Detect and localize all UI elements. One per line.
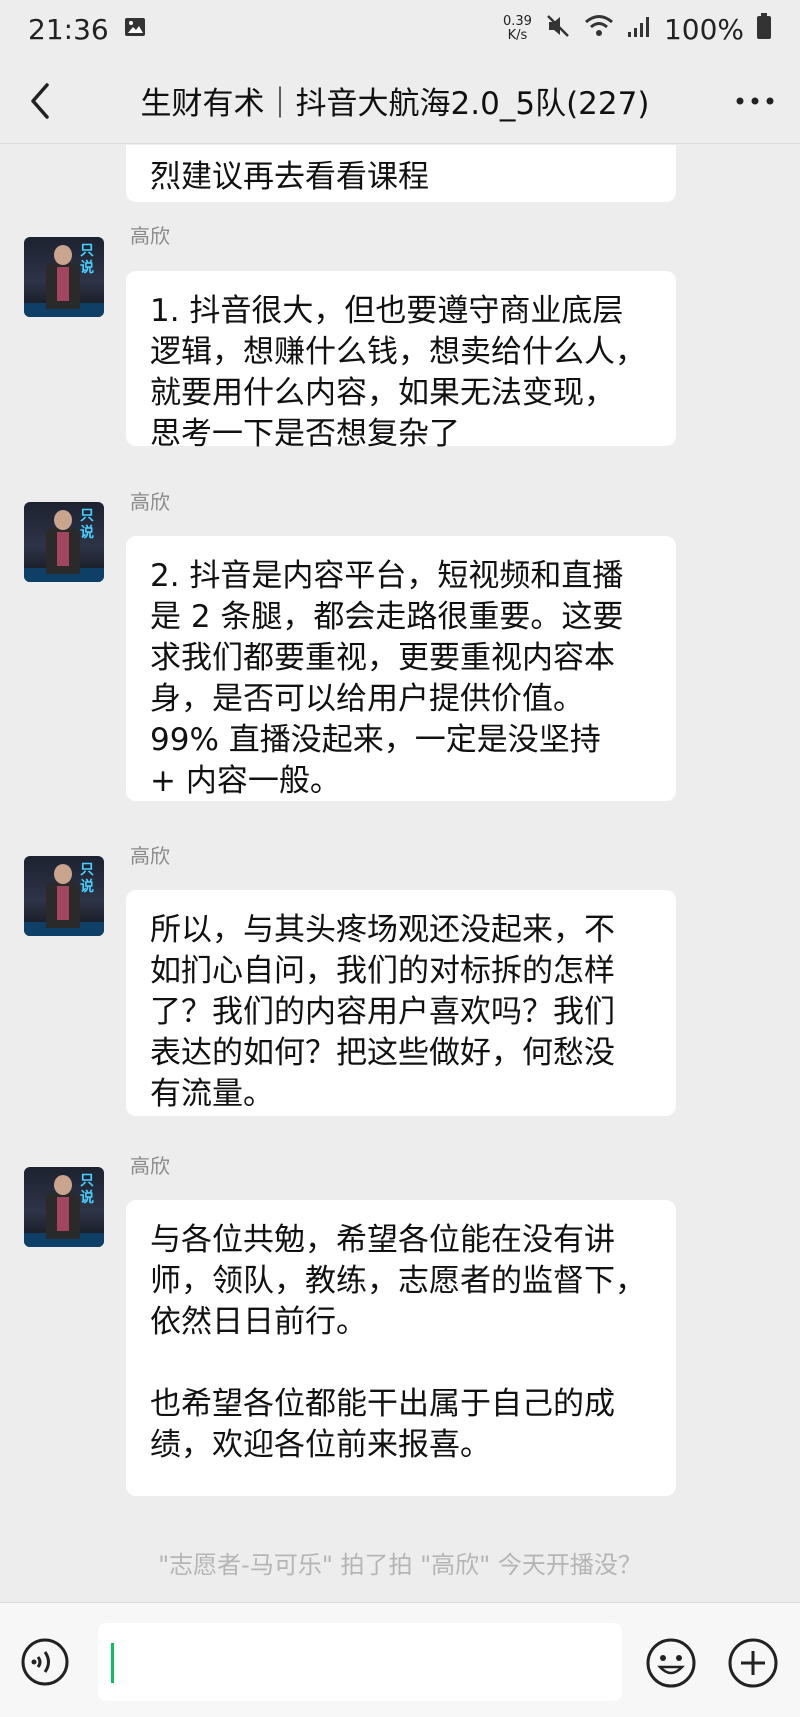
status-time: 21:36 — [28, 12, 109, 46]
emoji-button[interactable] — [645, 1637, 697, 1689]
message-bubble[interactable]: 烈建议再去看看课程 — [126, 145, 676, 202]
battery-level: 100% — [663, 12, 744, 46]
text-caret — [111, 1643, 114, 1683]
avatar[interactable]: 只说 — [24, 237, 104, 317]
message-bubble[interactable]: 所以，与其头疼场观还没起来，不 如扪心自问，我们的对标拆的怎样 了？我们的内容用… — [126, 890, 676, 1116]
message-list[interactable]: 烈建议再去看看课程 只说 高欣 1. 抖音很大，但也要遵守商业底层 逻辑，想赚什… — [0, 145, 800, 1600]
status-bar: 21:36 0.39 K/s 100% — [0, 0, 800, 58]
signal-icon — [626, 13, 652, 46]
mute-icon — [544, 12, 572, 47]
more-functions-button[interactable] — [727, 1637, 779, 1689]
wifi-icon — [584, 13, 614, 46]
sender-name: 高欣 — [130, 1154, 170, 1178]
system-notice: "志愿者-马可乐" 拍了拍 "高欣" 今天开播没？ — [158, 1551, 642, 1579]
battery-icon — [756, 12, 772, 47]
chevron-left-icon — [31, 82, 49, 119]
gallery-notification-icon — [123, 13, 147, 46]
sender-name: 高欣 — [130, 490, 170, 514]
chat-title: 生财有术｜抖音大航海2.0_5队(227) — [140, 86, 650, 122]
voice-icon — [21, 1638, 69, 1686]
emoji-icon — [646, 1638, 696, 1688]
message-bubble[interactable]: 与各位共勉，希望各位能在没有讲 师，领队，教练，志愿者的监督下， 依然日日前行。… — [126, 1200, 676, 1496]
more-dots-icon — [736, 97, 774, 104]
back-button[interactable] — [0, 58, 80, 144]
message-bubble[interactable]: 2. 抖音是内容平台，短视频和直播 是 2 条腿，都会走路很重要。这要 求我们都… — [126, 536, 676, 801]
avatar[interactable]: 只说 — [24, 502, 104, 582]
more-options-button[interactable] — [710, 58, 800, 144]
voice-input-button[interactable] — [20, 1637, 70, 1687]
sender-name: 高欣 — [130, 224, 170, 248]
sender-name: 高欣 — [130, 844, 170, 868]
avatar[interactable]: 只说 — [24, 856, 104, 936]
message-bubble[interactable]: 1. 抖音很大，但也要遵守商业底层 逻辑，想赚什么钱，想卖给什么人， 就要用什么… — [126, 271, 676, 452]
network-speed: 0.39 K/s — [502, 14, 532, 43]
input-bar — [0, 1602, 800, 1717]
chat-header: 生财有术｜抖音大航海2.0_5队(227) — [0, 58, 800, 144]
plus-icon — [728, 1638, 778, 1688]
message-input[interactable] — [98, 1623, 622, 1701]
avatar[interactable]: 只说 — [24, 1167, 104, 1247]
